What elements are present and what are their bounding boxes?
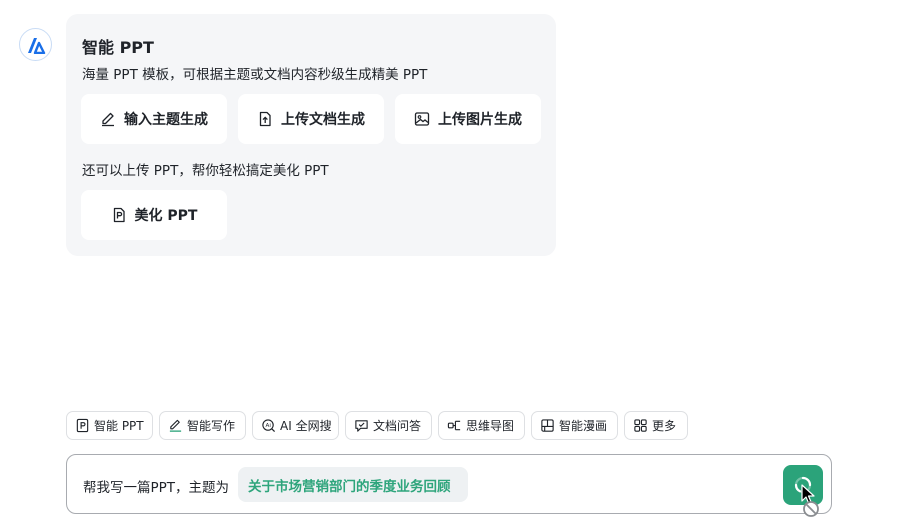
tool-smart-comic[interactable]: 智能漫画 [531,411,618,440]
pen-icon [102,112,114,127]
tool-mind-map-label: 思维导图 [466,419,515,433]
generate-from-document-button[interactable]: 上传文档生成 [238,94,384,144]
ppt-intro-card: 智能 PPT 海量 PPT 模板，可根据主题或文档内容秒级生成精美 PPT 输入… [66,14,556,256]
tool-smart-ppt-label: 智能 PPT [94,419,144,433]
beautify-ppt-label: 美化 PPT [134,208,198,224]
beautify-ppt-button[interactable]: 美化 PPT [81,190,227,240]
tool-more-label: 更多 [652,419,677,433]
card-description: 海量 PPT 模板，可根据主题或文档内容秒级生成精美 PPT [82,67,428,83]
generate-from-document-label: 上传文档生成 [281,112,365,128]
ppt-icon [76,418,89,433]
generate-from-image-label: 上传图片生成 [438,112,522,128]
write-icon [169,419,182,432]
tool-mind-map[interactable]: 思维导图 [438,411,525,440]
chat-input-box[interactable]: 帮我写一篇PPT，主题为 关于市场营销部门的季度业务回顾 [66,454,832,514]
card-title: 智能 PPT [82,38,154,57]
tool-smart-writing[interactable]: 智能写作 [159,411,246,440]
tool-smart-comic-label: 智能漫画 [559,419,608,433]
ai-search-icon: Ai [262,419,276,433]
generate-from-topic-button[interactable]: 输入主题生成 [81,94,227,144]
comic-icon [541,419,554,432]
tool-more[interactable]: 更多 [624,411,688,440]
tool-ai-web-search-label: AI 全网搜 [280,419,332,433]
tool-smart-ppt[interactable]: 智能 PPT [66,411,153,440]
logo-icon [27,37,45,54]
tool-document-qa-label: 文档问答 [373,419,422,433]
tool-document-qa[interactable]: 文档问答 [345,411,432,440]
assistant-avatar [19,28,52,61]
doc-qa-icon [355,420,368,432]
upload-doc-icon [259,111,271,127]
ppt-beautify-icon [113,207,125,223]
prompt-prefix-text: 帮我写一篇PPT，主题为 [83,480,230,496]
prompt-topic-chip[interactable]: 关于市场营销部门的季度业务回顾 [238,467,468,502]
generate-from-topic-label: 输入主题生成 [124,112,208,128]
prompt-topic-text: 关于市场营销部门的季度业务回顾 [248,478,451,495]
card-secondary-description: 还可以上传 PPT，帮你轻松搞定美化 PPT [82,163,329,179]
send-button[interactable] [783,465,823,505]
tool-ai-web-search[interactable]: Ai AI 全网搜 [252,411,339,440]
grid-icon [634,419,647,432]
image-icon [414,112,430,126]
loading-spinner-icon [794,476,812,494]
mindmap-icon [447,420,461,431]
generate-from-image-button[interactable]: 上传图片生成 [395,94,541,144]
svg-text:Ai: Ai [266,423,272,429]
tool-smart-writing-label: 智能写作 [187,419,236,433]
